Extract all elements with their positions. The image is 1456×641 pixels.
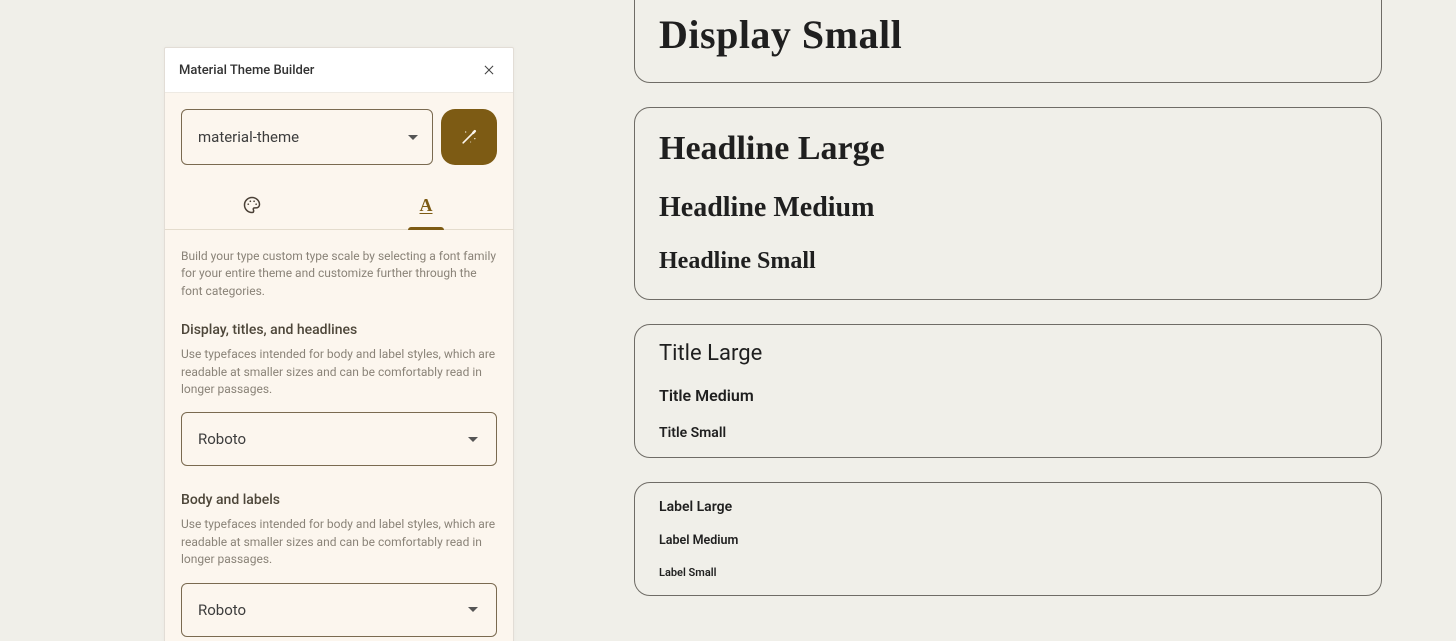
card-label: Label Large Label Medium Label Small (634, 482, 1382, 596)
section-body-desc: Use typefaces intended for body and labe… (181, 516, 497, 568)
headline-small-sample: Headline Small (659, 248, 1357, 275)
magic-wand-icon (459, 127, 479, 147)
intro-text: Build your type custom type scale by sel… (181, 248, 497, 300)
display-small-sample: Display Small (659, 11, 1357, 58)
panel-header: Material Theme Builder (165, 48, 513, 93)
palette-icon (242, 195, 262, 215)
card-display: Display Small (634, 0, 1382, 83)
title-large-sample: Title Large (659, 341, 1357, 366)
section-display-title: Display, titles, and headlines (181, 322, 497, 338)
tab-colors[interactable] (165, 181, 339, 229)
card-headline: Headline Large Headline Medium Headline … (634, 107, 1382, 300)
theme-name-value: material-theme (198, 128, 299, 146)
preview-area: Display Small Headline Large Headline Me… (634, 0, 1382, 596)
theme-builder-panel: Material Theme Builder material-theme (164, 47, 514, 641)
label-medium-sample: Label Medium (659, 533, 1357, 548)
close-icon (482, 63, 496, 77)
display-font-value: Roboto (198, 430, 246, 448)
headline-medium-sample: Headline Medium (659, 192, 1357, 224)
tab-fonts[interactable]: A (339, 181, 513, 229)
section-display-desc: Use typefaces intended for body and labe… (181, 346, 497, 398)
headline-large-sample: Headline Large (659, 130, 1357, 168)
panel-body: material-theme (165, 93, 513, 641)
body-font-select[interactable]: Roboto (181, 583, 497, 637)
font-icon: A (420, 195, 433, 216)
theme-name-select[interactable]: material-theme (181, 109, 433, 165)
chevron-down-icon (468, 607, 478, 612)
label-large-sample: Label Large (659, 499, 1357, 515)
card-title: Title Large Title Medium Title Small (634, 324, 1382, 458)
chevron-down-icon (408, 135, 418, 140)
title-small-sample: Title Small (659, 425, 1357, 441)
panel-title: Material Theme Builder (179, 63, 314, 78)
theme-row: material-theme (181, 109, 497, 165)
chevron-down-icon (468, 437, 478, 442)
display-font-select[interactable]: Roboto (181, 412, 497, 466)
magic-wand-button[interactable] (441, 109, 497, 165)
label-small-sample: Label Small (659, 566, 1357, 579)
section-body-title: Body and labels (181, 492, 497, 508)
close-button[interactable] (479, 60, 499, 80)
body-font-value: Roboto (198, 601, 246, 619)
tabs: A (165, 181, 513, 230)
title-medium-sample: Title Medium (659, 386, 1357, 405)
